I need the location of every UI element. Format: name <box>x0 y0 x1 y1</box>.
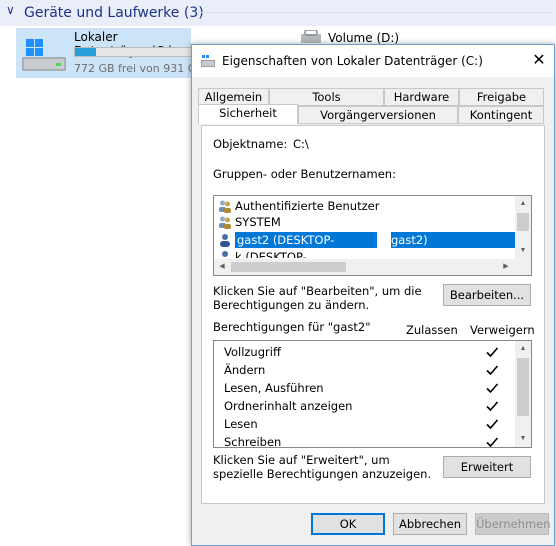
section-divider <box>198 12 554 13</box>
dialog-title: Eigenschaften von Lokaler Datenträger (C… <box>222 54 483 68</box>
scroll-down-icon[interactable]: ▼ <box>515 431 531 447</box>
tab-label: Sicherheit <box>219 106 277 120</box>
scroll-thumb[interactable] <box>517 358 529 416</box>
close-icon: ✕ <box>532 52 546 69</box>
single-user-icon <box>220 234 230 247</box>
tab-label: Kontingent <box>469 108 533 122</box>
permission-name: Ändern <box>224 363 266 377</box>
drive-c-usage-bar <box>74 47 202 57</box>
drive-c-icon <box>22 39 66 71</box>
section-title: Geräte und Laufwerke (3) <box>24 5 204 21</box>
drive-c-usage-fill <box>75 48 97 56</box>
list-item[interactable]: k (DESKTOP- <box>218 249 307 258</box>
list-item-selected[interactable]: gast2 (DESKTOP-gast2) <box>218 232 515 248</box>
object-name-value: C:\ <box>293 137 309 151</box>
drive-d-name: Volume (D:) <box>328 31 400 45</box>
close-button[interactable]: ✕ <box>524 45 554 77</box>
drive-c-tile[interactable]: Lokaler Datenträger (C:) 772 GB frei von… <box>16 28 204 78</box>
permission-name: Lesen, Ausführen <box>224 381 324 395</box>
advanced-hint-text: Klicken Sie auf "Erweitert", um speziell… <box>213 453 432 481</box>
group-user-icon <box>219 216 231 229</box>
security-tab-panel: Objektname: C:\ Gruppen- oder Benutzerna… <box>201 125 545 504</box>
tab-label: Freigabe <box>476 90 527 104</box>
drive-c-free-text: 772 GB frei von 931 GB <box>74 62 204 75</box>
scroll-up-icon[interactable]: ▲ <box>515 196 531 212</box>
group-user-icon <box>219 200 231 213</box>
tab-freigabe[interactable]: Freigabe <box>459 88 544 106</box>
users-vertical-scrollbar[interactable]: ▲ ▼ <box>515 196 531 259</box>
edit-button[interactable]: Bearbeiten... <box>443 284 531 306</box>
tab-label: Allgemein <box>204 90 263 104</box>
permission-name: Schreiben <box>224 435 282 448</box>
tab-kontingent[interactable]: Kontingent <box>458 106 544 124</box>
scroll-right-icon[interactable]: ▶ <box>498 259 514 275</box>
scroll-left-icon[interactable]: ◀ <box>214 259 230 275</box>
permission-row: Lesen <box>224 415 258 433</box>
permissions-vertical-scrollbar[interactable]: ▲ ▼ <box>515 341 531 447</box>
user-name: SYSTEM <box>235 215 281 229</box>
tab-label: Vorgängerversionen <box>320 108 436 122</box>
scroll-thumb[interactable] <box>231 262 346 272</box>
tab-label: Hardware <box>393 90 450 104</box>
advanced-button[interactable]: Erweitert <box>443 456 531 478</box>
user-name: Authentifizierte Benutzer <box>235 199 380 213</box>
permission-row: Ändern <box>224 361 265 379</box>
deny-check-icon <box>485 417 499 431</box>
edit-hint-text: Klicken Sie auf "Bearbeiten", um die Ber… <box>213 284 422 312</box>
list-item[interactable]: Authentifizierte Benutzer <box>218 198 379 214</box>
chevron-down-icon[interactable]: ∨ <box>6 3 15 17</box>
devices-section-header[interactable]: ∨ Geräte und Laufwerke (3) <box>0 0 556 26</box>
permission-row: Vollzugriff <box>224 343 281 361</box>
deny-check-icon <box>485 435 499 447</box>
selected-user-highlight: gast2 (DESKTOP-gast2) <box>235 232 515 248</box>
groups-label: Gruppen- oder Benutzernamen: <box>213 167 396 181</box>
users-listbox[interactable]: Authentifizierte Benutzer SYSTEM gast2 (… <box>213 195 532 276</box>
permissions-listbox[interactable]: Vollzugriff Ändern Lesen, Ausführen Ordneri… <box>213 340 532 448</box>
allow-column-header: Zulassen <box>406 323 458 337</box>
single-user-icon <box>222 251 228 257</box>
user-name-suffix: gast2) <box>391 233 428 247</box>
permission-name: Ordnerinhalt anzeigen <box>224 399 353 413</box>
deny-check-icon <box>485 399 499 413</box>
scroll-up-icon[interactable]: ▲ <box>515 341 531 357</box>
permission-row: Ordnerinhalt anzeigen <box>224 397 352 415</box>
deny-check-icon <box>485 363 499 377</box>
deny-check-icon <box>485 381 499 395</box>
list-item[interactable]: SYSTEM <box>218 214 281 230</box>
tab-label: Tools <box>312 90 341 104</box>
cancel-button[interactable]: Abbrechen <box>393 513 467 535</box>
scroll-down-icon[interactable]: ▼ <box>515 243 531 259</box>
properties-dialog: Eigenschaften von Lokaler Datenträger (C… <box>191 44 555 546</box>
scroll-thumb[interactable] <box>517 213 529 231</box>
tab-hardware[interactable]: Hardware <box>384 88 459 106</box>
user-name: k (DESKTOP- <box>235 250 307 258</box>
drive-d-icon <box>301 30 321 43</box>
permission-name: Vollzugriff <box>224 345 281 359</box>
permission-row: Lesen, Ausführen <box>224 379 324 397</box>
object-name-label: Objektname: <box>213 137 288 151</box>
apply-button[interactable]: Übernehmen <box>475 513 551 535</box>
dialog-titlebar[interactable]: Eigenschaften von Lokaler Datenträger (C… <box>192 45 554 77</box>
permission-row: Schreiben <box>224 433 282 448</box>
tab-vorgaengerversionen[interactable]: Vorgängerversionen <box>298 106 458 124</box>
deny-column-header: Verweigern <box>470 323 535 337</box>
deny-check-icon <box>485 345 499 359</box>
permission-name: Lesen <box>224 417 258 431</box>
tab-sicherheit[interactable]: Sicherheit <box>198 104 298 124</box>
user-name: gast2 (DESKTOP- <box>237 233 335 247</box>
ok-button[interactable]: OK <box>311 513 385 535</box>
redacted-block <box>377 232 391 248</box>
permissions-for-label: Berechtigungen für "gast2" <box>213 320 371 334</box>
drive-properties-icon <box>201 55 215 67</box>
users-horizontal-scrollbar[interactable]: ◀ ▶ <box>214 259 531 275</box>
